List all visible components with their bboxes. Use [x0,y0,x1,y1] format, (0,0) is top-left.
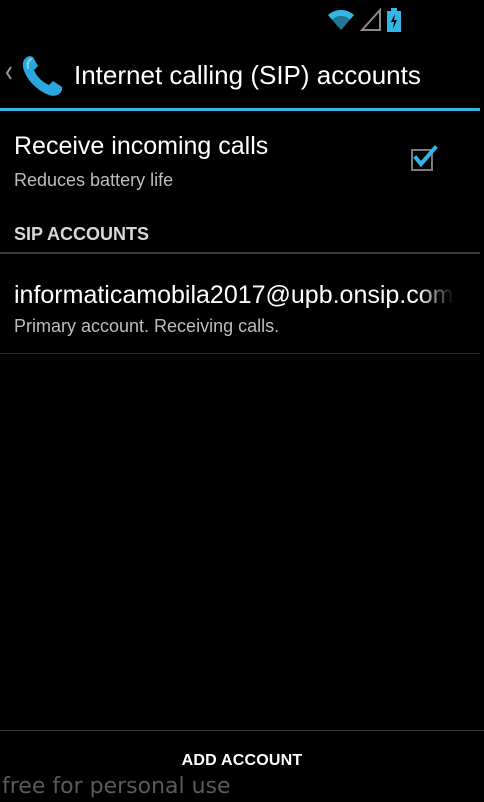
app-icon[interactable] [16,50,68,102]
sip-account-summary: Primary account. Receiving calls. [14,316,280,336]
chevron-left-icon [5,66,12,80]
receive-calls-summary: Reduces battery life [14,170,174,190]
sip-account-name: informaticamobila2017@upb.onsip.com [14,281,454,309]
action-bar: Internet calling (SIP) accounts [0,40,484,110]
list-divider [0,353,480,354]
watermark: free for personal use [2,774,231,799]
sip-accounts-header-label: SIP ACCOUNTS [14,224,150,244]
category-divider [0,252,480,254]
status-bar [0,0,484,40]
battery-charging-icon [387,8,401,32]
receive-calls-title: Receive incoming calls [14,132,269,160]
signal-icon [360,8,381,31]
checkbox-checked-icon [411,145,438,171]
wifi-icon [328,9,354,30]
receive-calls-checkbox[interactable] [410,144,438,172]
sip-accounts-header: SIP ACCOUNTS [0,210,484,256]
phone-icon [22,56,62,96]
receive-calls-preference[interactable]: Receive incoming calls Reduces battery l… [0,112,484,210]
sip-account-item[interactable]: informaticamobila2017@upb.onsip.com Prim… [0,256,484,354]
up-button[interactable] [4,58,14,88]
page-title: Internet calling (SIP) accounts [74,60,421,90]
status-icons [326,6,402,34]
action-bar-divider [0,108,480,111]
